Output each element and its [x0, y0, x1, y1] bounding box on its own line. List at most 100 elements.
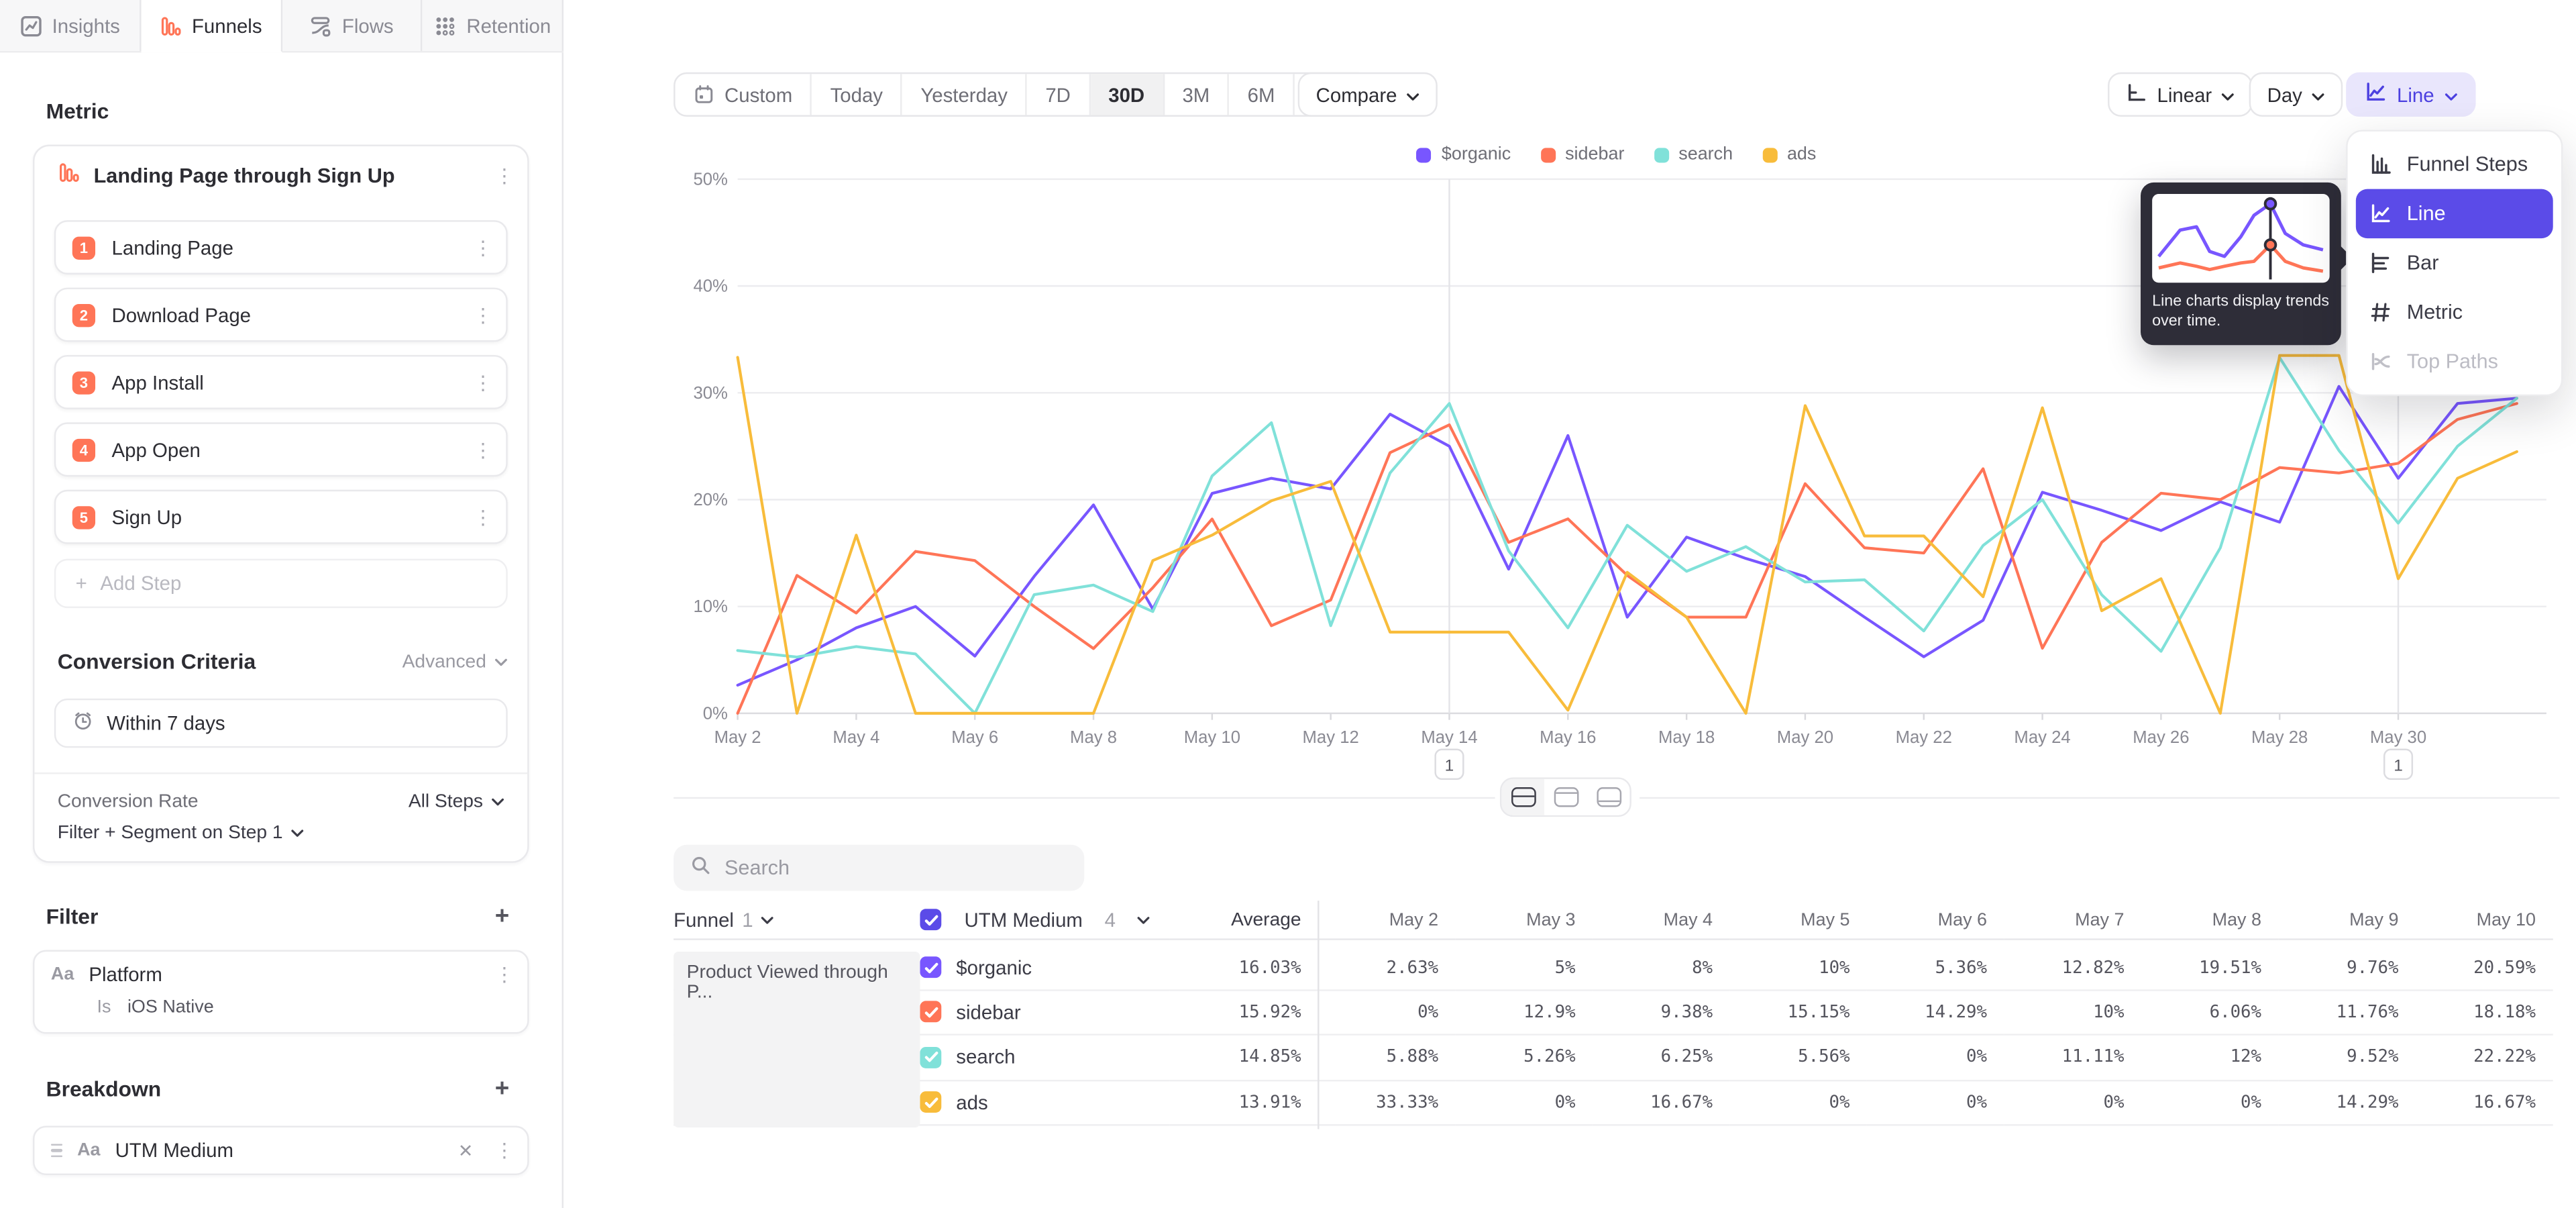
compare-button[interactable]: Compare	[1298, 72, 1438, 117]
breakdown-heading: Breakdown	[46, 1076, 162, 1101]
report-type-tabs: InsightsFunnelsFlowsRetention	[0, 0, 564, 52]
menu-item-bar[interactable]: Bar	[2356, 238, 2553, 287]
funnel-header[interactable]: Landing Page through Sign Up ⋮	[58, 161, 511, 191]
menu-item-line[interactable]: Line	[2356, 189, 2553, 238]
conversion-rate-label: Conversion Rate	[58, 792, 199, 811]
series-checkbox[interactable]	[920, 1092, 941, 1113]
table-header-date: May 8	[2141, 901, 2277, 940]
chart-only-view-button[interactable]	[1544, 779, 1587, 815]
funnel-step-landing-page[interactable]: 1Landing Page⋮	[54, 220, 508, 274]
series-checkbox[interactable]	[920, 1047, 941, 1068]
date-range-label: 7D	[1045, 83, 1071, 106]
chart-type-tooltip: Line charts display trends over time.	[2141, 183, 2341, 345]
add-filter-button[interactable]: +	[495, 904, 509, 929]
kebab-menu-icon[interactable]: ⋮	[473, 372, 489, 392]
filter-card[interactable]: Aa Platform ⋮ Is iOS Native	[33, 950, 529, 1034]
kebab-menu-icon[interactable]: ⋮	[494, 965, 511, 985]
series-name: sidebar	[956, 1001, 1020, 1023]
chart-legend: $organic sidebar search ads	[674, 145, 2559, 164]
funnel-step-app-install[interactable]: 3App Install⋮	[54, 355, 508, 409]
kebab-menu-icon[interactable]: ⋮	[494, 1141, 511, 1160]
search-input[interactable]: Search	[674, 845, 1084, 891]
tab-flows[interactable]: Flows	[282, 0, 423, 51]
funnels-bars-icon	[159, 14, 182, 37]
svg-text:40%: 40%	[693, 277, 727, 296]
add-step-button[interactable]: + Add Step	[54, 559, 508, 608]
menu-item-metric[interactable]: Metric	[2356, 288, 2553, 337]
check-icon	[922, 959, 938, 975]
close-icon[interactable]: ✕	[458, 1140, 474, 1161]
table-row-series[interactable]: search	[920, 1036, 1169, 1080]
kebab-menu-icon[interactable]: ⋮	[473, 507, 489, 527]
legend-item-sidebar[interactable]: sidebar	[1540, 145, 1624, 164]
breakdown-card[interactable]: Aa UTM Medium ✕ ⋮	[33, 1126, 529, 1175]
date-range-yesterday[interactable]: Yesterday	[902, 74, 1027, 115]
table-header-breakdown[interactable]: UTM Medium 4	[920, 901, 1169, 940]
average-value: 14.85%	[1170, 1036, 1318, 1080]
date-range-custom[interactable]: Custom	[676, 74, 812, 115]
svg-text:May 28: May 28	[2251, 728, 2308, 747]
svg-text:May 16: May 16	[1540, 728, 1596, 747]
funnel-step-app-open[interactable]: 4App Open⋮	[54, 422, 508, 476]
date-range-6m[interactable]: 6M	[1230, 74, 1295, 115]
cell-value: 0%	[1866, 1080, 2003, 1125]
legend-item-ads[interactable]: ads	[1762, 145, 1816, 164]
chevron-down-icon	[494, 652, 508, 671]
date-range-today[interactable]: Today	[812, 74, 903, 115]
series-line-ads	[738, 356, 2517, 713]
table-row-series[interactable]: sidebar	[920, 991, 1169, 1036]
kebab-menu-icon[interactable]: ⋮	[494, 166, 511, 185]
tab-funnels[interactable]: Funnels	[141, 0, 282, 52]
chevron-down-icon	[2222, 83, 2235, 106]
tab-retention[interactable]: Retention	[423, 0, 564, 51]
kebab-menu-icon[interactable]: ⋮	[473, 305, 489, 324]
breakdown-checkbox[interactable]	[920, 909, 941, 930]
series-checkbox[interactable]	[920, 1002, 941, 1023]
advanced-toggle[interactable]: Advanced	[402, 652, 508, 671]
chevron-down-icon	[491, 792, 504, 811]
filter-value[interactable]: iOS Native	[127, 998, 214, 1017]
filter-operator[interactable]: Is	[97, 998, 111, 1017]
conversion-rate-selector[interactable]: All Steps	[409, 792, 504, 811]
date-range-3m[interactable]: 3M	[1165, 74, 1230, 115]
legend-swatch	[1540, 147, 1555, 162]
kebab-menu-icon[interactable]: ⋮	[473, 440, 489, 459]
cell-value: 12.9%	[1455, 991, 1592, 1036]
line-chart-icon	[2364, 81, 2387, 103]
add-breakdown-button[interactable]: +	[495, 1076, 509, 1101]
table-only-view-button[interactable]	[1587, 779, 1630, 815]
date-range-7d[interactable]: 7D	[1027, 74, 1090, 115]
legend-swatch	[1417, 147, 1432, 162]
split-view-button[interactable]	[1501, 779, 1544, 815]
filter-segment-selector[interactable]: Filter + Segment on Step 1	[58, 823, 305, 843]
legend-item-search[interactable]: search	[1654, 145, 1733, 164]
cell-value: 0%	[1318, 991, 1454, 1036]
legend-item-organic[interactable]: $organic	[1417, 145, 1511, 164]
cell-value: 5.36%	[1866, 946, 2003, 991]
scale-selector-button[interactable]: Linear	[2108, 72, 2253, 117]
funnel-step-sign-up[interactable]: 5Sign Up⋮	[54, 490, 508, 544]
table-funnel-cell[interactable]: Product Viewed through P...	[674, 952, 920, 1127]
svg-text:May 24: May 24	[2014, 728, 2070, 747]
drag-handle-icon[interactable]	[51, 1144, 62, 1158]
series-name: ads	[956, 1091, 987, 1114]
funnel-step-download-page[interactable]: 2Download Page⋮	[54, 288, 508, 342]
series-checkbox[interactable]	[920, 956, 941, 978]
menu-item-funnel-steps[interactable]: Funnel Steps	[2356, 140, 2553, 189]
chart-type-button[interactable]: Line	[2346, 72, 2475, 117]
tab-insights[interactable]: Insights	[0, 0, 141, 51]
conversion-window-selector[interactable]: Within 7 days	[54, 699, 508, 748]
date-range-30d[interactable]: 30D	[1090, 74, 1164, 115]
series-name: $organic	[956, 956, 1032, 978]
interval-selector-button[interactable]: Day	[2249, 72, 2343, 117]
funnel-steps-icon	[2369, 153, 2392, 176]
table-header-average: Average	[1170, 901, 1318, 940]
table-row-series[interactable]: $organic	[920, 946, 1169, 991]
svg-text:10%: 10%	[693, 597, 727, 616]
flows-icon	[309, 14, 332, 37]
kebab-menu-icon[interactable]: ⋮	[473, 238, 489, 257]
table-row-series[interactable]: ads	[920, 1080, 1169, 1125]
search-icon	[690, 854, 712, 880]
table-header-funnel[interactable]: Funnel1	[674, 901, 920, 940]
step-label: App Open	[112, 438, 457, 461]
